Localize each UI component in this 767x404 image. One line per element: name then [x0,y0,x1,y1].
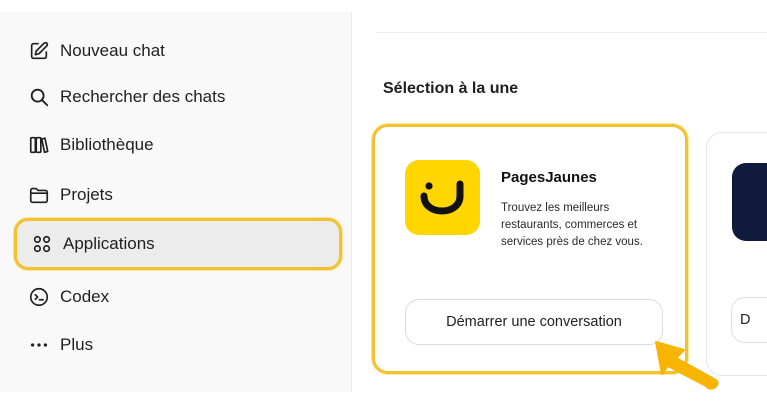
sidebar-item-search[interactable]: Rechercher des chats [14,74,342,120]
app-window: Nouveau chat Rechercher des chats Biblio… [0,0,767,404]
app-logo-icon [732,163,767,241]
sidebar-item-more[interactable]: Plus [14,322,342,368]
sidebar-item-new-chat[interactable]: Nouveau chat [14,28,342,74]
section-title: Sélection à la une [383,80,519,97]
codex-icon [28,286,50,308]
sidebar-item-label: Nouveau chat [60,41,165,60]
apps-icon [31,233,53,255]
folder-icon [28,184,50,206]
library-icon [28,134,50,156]
app-name: PagesJaunes [501,169,597,186]
divider [376,32,767,33]
start-conversation-button[interactable]: Démarrer une conversation [405,299,663,345]
search-icon [28,86,50,108]
sidebar-item-label: Projets [60,185,113,204]
start-conversation-button[interactable]: D [731,297,767,343]
pointer-arrow-icon [655,341,719,390]
sidebar-item-projects[interactable]: Projets [14,172,342,218]
sidebar-item-label: Plus [60,335,94,354]
app-description: Trouvez les meilleurs restaurants, comme… [501,202,643,248]
sidebar-item-library[interactable]: Bibliothèque [14,122,342,168]
new-chat-icon [28,40,50,62]
sidebar-item-label: Rechercher des chats [60,87,226,106]
pagesjaunes-logo-icon [405,160,480,235]
more-icon [28,334,50,356]
featured-app-card[interactable]: PagesJaunes Trouvez les meilleurs restau… [372,124,688,374]
sidebar-item-label: Applications [63,234,155,253]
sidebar-item-label: Bibliothèque [60,135,154,154]
sidebar: Nouveau chat Rechercher des chats Biblio… [0,12,352,392]
sidebar-item-applications[interactable]: Applications [14,218,342,270]
sidebar-item-codex[interactable]: Codex [14,274,342,320]
sidebar-item-label: Codex [60,287,110,306]
